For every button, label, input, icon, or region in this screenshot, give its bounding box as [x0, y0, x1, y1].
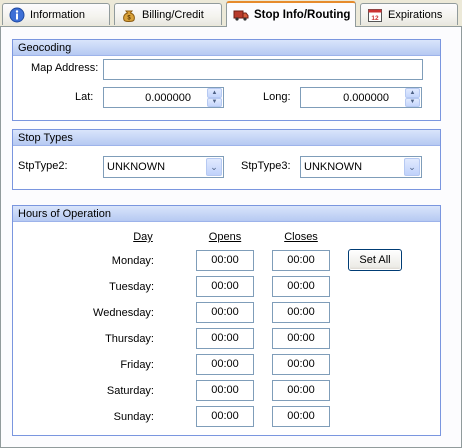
closes-input[interactable]: 00:00: [272, 354, 330, 375]
day-label: Thursday:: [105, 333, 154, 345]
stptype2-value: UNKNOWN: [107, 161, 166, 173]
opens-input[interactable]: 00:00: [196, 354, 254, 375]
lat-label: Lat:: [75, 91, 94, 103]
calendar-icon: 12: [368, 8, 382, 22]
opens-input[interactable]: 00:00: [196, 302, 254, 323]
lat-spin-buttons[interactable]: ▲ ▼: [207, 88, 222, 107]
tab-information[interactable]: Information: [2, 3, 110, 25]
col-opens-header: Opens: [208, 231, 242, 243]
long-label: Long:: [263, 91, 291, 103]
chevron-down-icon[interactable]: ⌄: [404, 158, 420, 176]
day-label: Wednesday:: [93, 307, 154, 319]
col-closes-header: Closes: [284, 231, 318, 243]
opens-input[interactable]: 00:00: [196, 328, 254, 349]
geocoding-group: Geocoding Map Address: Lat: 0.000000 ▲ ▼…: [12, 39, 441, 121]
opens-input[interactable]: 00:00: [196, 406, 254, 427]
map-address-label: Map Address:: [31, 62, 99, 74]
stop-types-group: Stop Types StpType2: UNKNOWN ⌄ StpType3:…: [12, 129, 441, 190]
spin-up-icon[interactable]: ▲: [207, 88, 222, 98]
long-value: 0.000000: [343, 91, 389, 104]
tab-panel-stop-info: Geocoding Map Address: Lat: 0.000000 ▲ ▼…: [0, 26, 462, 448]
money-bag-icon: $: [123, 10, 135, 22]
svg-text:12: 12: [371, 15, 379, 22]
long-spin-buttons[interactable]: ▲ ▼: [405, 88, 420, 107]
stptype2-label: StpType2:: [18, 160, 68, 172]
closes-input[interactable]: 00:00: [272, 380, 330, 401]
stptype3-value: UNKNOWN: [304, 161, 363, 173]
stptype3-label: StpType3:: [241, 160, 291, 172]
opens-input[interactable]: 00:00: [196, 276, 254, 297]
set-all-button[interactable]: Set All: [348, 249, 402, 271]
tab-expirations[interactable]: 12 Expirations: [360, 3, 458, 25]
long-spinner[interactable]: 0.000000 ▲ ▼: [300, 87, 422, 108]
tab-billing-credit-label: Billing/Credit: [142, 8, 204, 21]
tab-expirations-label: Expirations: [388, 8, 443, 21]
tab-billing-credit[interactable]: $ Billing/Credit: [114, 3, 222, 25]
tab-strip: Information $ Billing/Credit Stop Info/R…: [0, 0, 462, 27]
truck-icon: [233, 10, 249, 21]
closes-input[interactable]: 00:00: [272, 250, 330, 271]
chevron-down-icon[interactable]: ⌄: [206, 158, 222, 176]
tab-stop-info-routing[interactable]: Stop Info/Routing: [226, 1, 356, 27]
map-address-input[interactable]: [103, 59, 423, 80]
spin-up-icon[interactable]: ▲: [405, 88, 420, 98]
spin-down-icon[interactable]: ▼: [207, 97, 222, 107]
day-label: Monday:: [111, 255, 154, 267]
stptype2-select[interactable]: UNKNOWN ⌄: [103, 156, 224, 178]
spin-down-icon[interactable]: ▼: [405, 97, 420, 107]
closes-input[interactable]: 00:00: [272, 328, 330, 349]
closes-input[interactable]: 00:00: [272, 276, 330, 297]
lat-spinner[interactable]: 0.000000 ▲ ▼: [103, 87, 224, 108]
day-label: Tuesday:: [109, 281, 154, 293]
hours-header: Hours of Operation: [13, 205, 440, 222]
stop-types-header: Stop Types: [13, 129, 440, 146]
closes-input[interactable]: 00:00: [272, 302, 330, 323]
lat-value: 0.000000: [145, 91, 191, 104]
day-label: Friday:: [120, 359, 154, 371]
closes-input[interactable]: 00:00: [272, 406, 330, 427]
stptype3-select[interactable]: UNKNOWN ⌄: [300, 156, 422, 178]
opens-input[interactable]: 00:00: [196, 250, 254, 271]
tab-information-label: Information: [30, 8, 86, 21]
hours-group: Hours of Operation Day Opens Closes Mond…: [12, 205, 441, 436]
day-label: Sunday:: [113, 411, 154, 423]
geocoding-header: Geocoding: [13, 39, 440, 56]
col-day-header: Day: [133, 231, 153, 243]
tab-stop-info-routing-label: Stop Info/Routing: [254, 9, 351, 21]
opens-input[interactable]: 00:00: [196, 380, 254, 401]
info-icon: [9, 7, 25, 22]
day-label: Saturday:: [106, 385, 154, 397]
